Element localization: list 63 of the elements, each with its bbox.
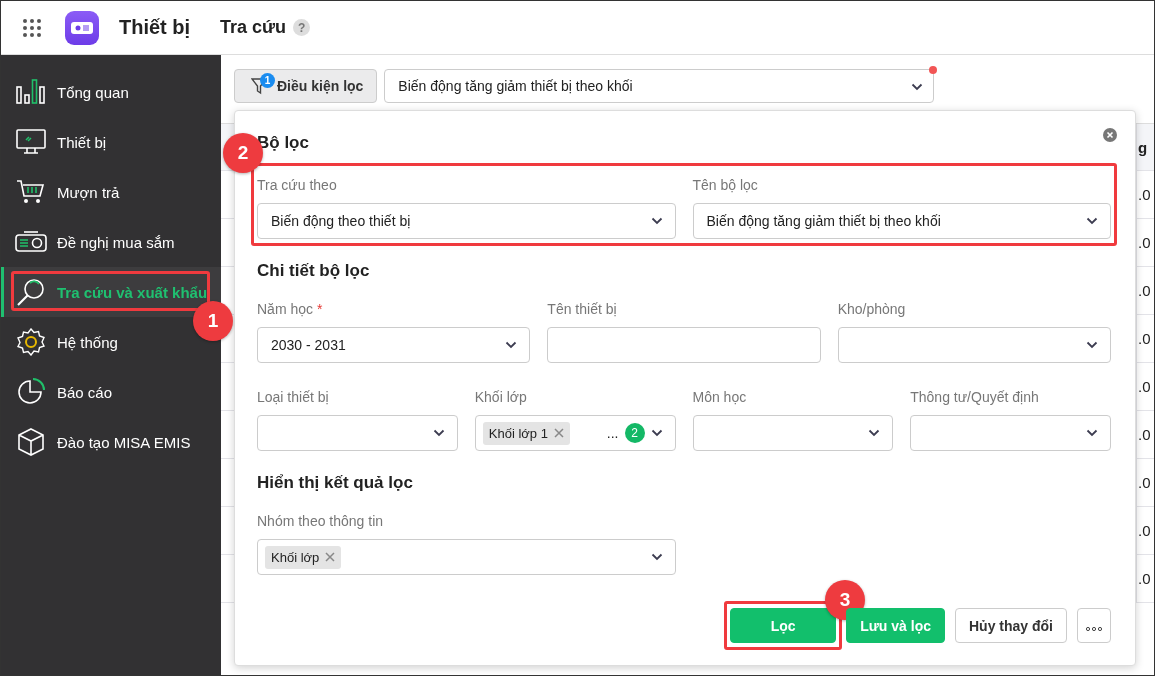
chevron-down-icon xyxy=(1086,341,1098,349)
more-icon xyxy=(1086,626,1102,631)
projector-icon xyxy=(15,230,47,254)
search-icon xyxy=(16,278,46,306)
remove-icon[interactable] xyxy=(553,428,564,438)
field-label: Loại thiết bị xyxy=(257,389,330,405)
selected-tag: Khối lớp xyxy=(265,545,342,569)
field-label: Khối lớp xyxy=(474,389,528,405)
field-label: Nhóm theo thông tin xyxy=(257,513,385,529)
selected-tag: Khối lớp 1 xyxy=(482,421,570,445)
field-label: Môn học xyxy=(692,389,748,405)
section-heading: Chi tiết bộ lọc xyxy=(257,261,371,281)
cancel-changes-button[interactable]: Hủy thay đổi xyxy=(955,608,1067,643)
sidebar-item[interactable]: Mượn trả xyxy=(1,167,128,217)
field-label: Tên bộ lọc xyxy=(692,177,759,193)
settings-icon xyxy=(16,328,46,356)
cart-icon xyxy=(16,179,46,205)
projector-icon xyxy=(71,21,93,34)
sidebar-item[interactable]: Báo cáo xyxy=(1,367,121,417)
dropdown-field[interactable]: Biến động tăng giảm thiết bị theo khối xyxy=(692,203,1111,239)
required-marker: * xyxy=(316,301,323,317)
chevron-down-icon xyxy=(1086,429,1098,437)
field-label: Thông tư/Quyết định xyxy=(910,389,1040,405)
field-label: Năm học * xyxy=(257,301,324,317)
dropdown-field[interactable] xyxy=(257,415,458,451)
section-heading: Hiển thị kết quả lọc xyxy=(257,473,414,493)
chevron-down-icon xyxy=(650,553,663,561)
input-field[interactable] xyxy=(547,327,821,363)
app-title: Thiết bị xyxy=(119,16,192,39)
page-title: Tra cứu xyxy=(220,17,287,38)
sidebar-item[interactable]: Đề nghị mua sắm xyxy=(1,217,183,267)
chevron-down-icon xyxy=(1086,217,1098,225)
monitor-icon xyxy=(16,129,46,155)
dropdown-field[interactable]: 2030 - 2031 xyxy=(257,327,531,363)
dropdown-field[interactable] xyxy=(910,415,1111,451)
chevron-down-icon xyxy=(505,341,518,349)
count-badge: 1 xyxy=(260,72,275,88)
pie-chart-icon xyxy=(16,378,46,406)
more-indicator: ... xyxy=(606,425,619,441)
app-grid-icon[interactable] xyxy=(23,18,41,37)
sidebar-item[interactable]: Hệ thống xyxy=(1,317,126,367)
sidebar-item[interactable]: Đào tạo MISA EMIS xyxy=(1,417,199,467)
cube-icon xyxy=(16,428,46,456)
field-label: Tên thiết bị xyxy=(547,301,618,317)
count-badge: 2 xyxy=(624,423,645,443)
bar-chart-icon xyxy=(16,79,46,105)
dropdown-field[interactable]: Biến động theo thiết bị xyxy=(257,203,676,239)
dropdown-field[interactable] xyxy=(837,327,1111,363)
sidebar-item[interactable]: Thiết bị xyxy=(1,117,115,167)
chevron-down-icon xyxy=(868,429,881,437)
field-label: Tra cứu theo xyxy=(257,177,338,193)
close-icon[interactable] xyxy=(1103,128,1117,142)
remove-icon[interactable] xyxy=(325,552,336,562)
saved-filter-dropdown[interactable]: Biến động tăng giảm thiết bị theo khối xyxy=(384,68,935,103)
chevron-down-icon xyxy=(911,82,924,91)
filter-conditions-button[interactable]: 1 Điều kiện lọc xyxy=(234,68,378,103)
chevron-down-icon xyxy=(650,429,663,437)
chevron-down-icon xyxy=(650,217,663,225)
sidebar-item[interactable]: Tổng quan xyxy=(1,67,137,117)
dropdown-field[interactable] xyxy=(692,415,894,451)
field-label: Kho/phòng xyxy=(837,301,907,317)
more-options-button[interactable] xyxy=(1077,608,1111,643)
chevron-down-icon xyxy=(432,429,445,437)
